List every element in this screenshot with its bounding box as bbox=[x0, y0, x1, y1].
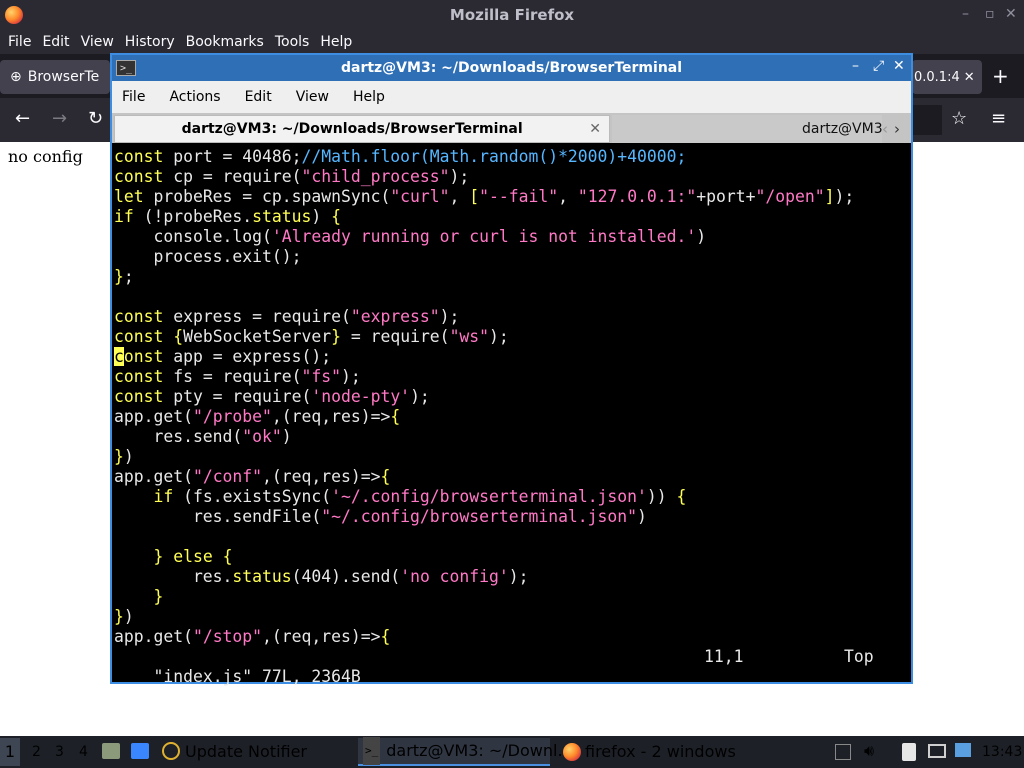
terminal-menu-edit[interactable]: Edit bbox=[245, 81, 272, 113]
bookmark-star-icon[interactable]: ☆ bbox=[951, 108, 967, 129]
tab-label: dartz@VM3 bbox=[802, 121, 883, 137]
code-line: const pty = require('node-pty'); bbox=[114, 387, 430, 406]
workspace-1[interactable]: 1 bbox=[0, 738, 20, 766]
code-line: const port = 40486;//Math.floor(Math.ran… bbox=[114, 147, 687, 166]
terminal-close-icon[interactable]: ✕ bbox=[893, 58, 905, 74]
volume-icon[interactable]: 🔊︎ bbox=[864, 741, 874, 761]
firefox-logo-icon bbox=[5, 6, 23, 24]
page-text: no config bbox=[8, 147, 83, 166]
forward-icon[interactable]: → bbox=[52, 108, 67, 129]
tab-label: dartz@VM3: ~/Downloads/BrowserTerminal bbox=[181, 121, 523, 137]
status-scroll-position: Top bbox=[844, 647, 874, 666]
chevron-left-icon[interactable]: ‹ bbox=[882, 120, 888, 138]
taskbar-terminal-window[interactable]: >_ dartz@VM3: ~/Downl... bbox=[358, 737, 573, 766]
terminal-window-title: dartz@VM3: ~/Downloads/BrowserTerminal bbox=[340, 60, 683, 76]
tab-label: BrowserTe bbox=[27, 69, 100, 85]
firefox-window-title: Mozilla Firefox bbox=[449, 6, 575, 24]
tab-close-icon[interactable]: ✕ bbox=[589, 121, 601, 137]
workspace-4[interactable]: 4 bbox=[79, 744, 88, 760]
code-line: app.get("/probe",(req,res)=>{ bbox=[114, 407, 401, 426]
network-icon[interactable] bbox=[955, 743, 971, 757]
terminal-window: dartz@VM3: ~/Downloads/BrowserTerminal >… bbox=[110, 53, 913, 686]
new-tab-icon[interactable]: + bbox=[992, 64, 1009, 88]
terminal-minimize-icon[interactable]: – bbox=[852, 58, 859, 74]
terminal-titlebar: dartz@VM3: ~/Downloads/BrowserTerminal bbox=[112, 55, 911, 81]
terminal-maximize-icon[interactable]: ⤢ bbox=[873, 58, 884, 74]
tab-scroll-buttons[interactable]: ‹ › bbox=[882, 115, 910, 143]
code-line: const express = require("express"); bbox=[114, 307, 460, 326]
chevron-right-icon[interactable]: › bbox=[894, 120, 900, 138]
minimize-icon[interactable]: – bbox=[962, 6, 969, 22]
code-line: } bbox=[153, 587, 164, 606]
code-line: res.sendFile("~/.config/browserterminal.… bbox=[114, 507, 647, 526]
taskbar-update-notifier[interactable]: Update Notifier bbox=[185, 738, 307, 766]
file-manager-icon[interactable] bbox=[102, 743, 120, 759]
clock: 13:43 bbox=[982, 744, 1023, 760]
firefox-menubar: File Edit View History Bookmarks Tools H… bbox=[0, 30, 1024, 54]
vim-status-line: "index.js" 77L, 2364B 11,1 Top bbox=[114, 647, 909, 686]
terminal-icon: >_ bbox=[363, 737, 381, 765]
terminal-menu-actions[interactable]: Actions bbox=[169, 81, 220, 113]
close-icon[interactable]: ✕ bbox=[1005, 6, 1017, 22]
code-line: app.get("/stop",(req,res)=>{ bbox=[114, 627, 391, 646]
globe-icon: ⊕ bbox=[10, 69, 22, 85]
vim-editor-buffer[interactable]: const port = 40486;//Math.floor(Math.ran… bbox=[114, 147, 909, 655]
menu-history[interactable]: History bbox=[125, 30, 175, 54]
show-desktop-icon[interactable] bbox=[131, 743, 149, 759]
code-line: }) bbox=[114, 447, 134, 466]
menu-help[interactable]: Help bbox=[320, 30, 352, 54]
reload-icon[interactable]: ↻ bbox=[88, 108, 103, 129]
code-line: }; bbox=[114, 267, 134, 286]
text-cursor: c bbox=[114, 347, 124, 366]
taskbar-firefox[interactable]: firefox - 2 windows bbox=[585, 738, 736, 766]
code-line: if (fs.existsSync('~/.config/browserterm… bbox=[153, 487, 687, 506]
status-file-info: "index.js" 77L, 2364B bbox=[153, 667, 361, 686]
terminal-menu-help[interactable]: Help bbox=[353, 81, 385, 113]
display-icon[interactable] bbox=[928, 744, 946, 758]
menu-file[interactable]: File bbox=[8, 30, 31, 54]
menu-tools[interactable]: Tools bbox=[275, 30, 310, 54]
menu-bookmarks[interactable]: Bookmarks bbox=[186, 30, 264, 54]
code-line: res.send("ok") bbox=[114, 427, 292, 446]
workspace-2[interactable]: 2 bbox=[32, 744, 41, 760]
code-line: } else { bbox=[153, 547, 233, 566]
firefox-titlebar: Mozilla Firefox bbox=[0, 0, 1024, 30]
maximize-icon[interactable]: ▫ bbox=[985, 6, 995, 22]
terminal-icon: >_ bbox=[116, 60, 136, 76]
code-line: const app = express(); bbox=[114, 347, 332, 366]
menu-edit[interactable]: Edit bbox=[42, 30, 69, 54]
clipboard-icon[interactable] bbox=[902, 743, 916, 761]
terminal-tab-2[interactable]: dartz@VM3 bbox=[612, 115, 883, 143]
terminal-menu-view[interactable]: View bbox=[296, 81, 329, 113]
firefox-tab-localhost[interactable]: 0.0.1:4 ✕ bbox=[912, 60, 982, 94]
code-line: process.exit(); bbox=[114, 247, 302, 266]
menu-view[interactable]: View bbox=[81, 30, 114, 54]
workspace-3[interactable]: 3 bbox=[55, 744, 64, 760]
code-line: console.log('Already running or curl is … bbox=[114, 227, 707, 246]
code-line: const {WebSocketServer} = require("ws"); bbox=[114, 327, 509, 346]
code-line: if (!probeRes.status) { bbox=[114, 207, 342, 226]
status-cursor-position: 11,1 bbox=[704, 647, 744, 666]
code-line: res.status(404).send('no config'); bbox=[114, 567, 529, 586]
terminal-menubar: File Actions Edit View Help bbox=[112, 81, 911, 113]
update-notifier-icon[interactable] bbox=[162, 742, 180, 760]
back-icon[interactable]: ← bbox=[15, 108, 30, 129]
code-line: const cp = require("child_process"); bbox=[114, 167, 470, 186]
code-line: const fs = require("fs"); bbox=[114, 367, 361, 386]
tray-icon[interactable] bbox=[835, 744, 851, 760]
code-line: app.get("/conf",(req,res)=>{ bbox=[114, 467, 391, 486]
firefox-icon bbox=[563, 743, 581, 761]
tab-close-icon[interactable]: ✕ bbox=[964, 70, 975, 85]
firefox-tab-browserterminal[interactable]: ⊕ BrowserTe bbox=[0, 60, 110, 94]
taskbar-item-label: dartz@VM3: ~/Downl... bbox=[386, 741, 573, 760]
url-bar[interactable] bbox=[912, 105, 942, 135]
terminal-tab-active[interactable]: dartz@VM3: ~/Downloads/BrowserTerminal ✕ bbox=[114, 115, 610, 143]
terminal-menu-file[interactable]: File bbox=[122, 81, 145, 113]
code-line: let probeRes = cp.spawnSync("curl", ["--… bbox=[114, 187, 855, 206]
code-line: }) bbox=[114, 607, 134, 626]
hamburger-menu-icon[interactable]: ≡ bbox=[991, 108, 1006, 129]
tab-label: 0.0.1:4 bbox=[914, 69, 960, 85]
